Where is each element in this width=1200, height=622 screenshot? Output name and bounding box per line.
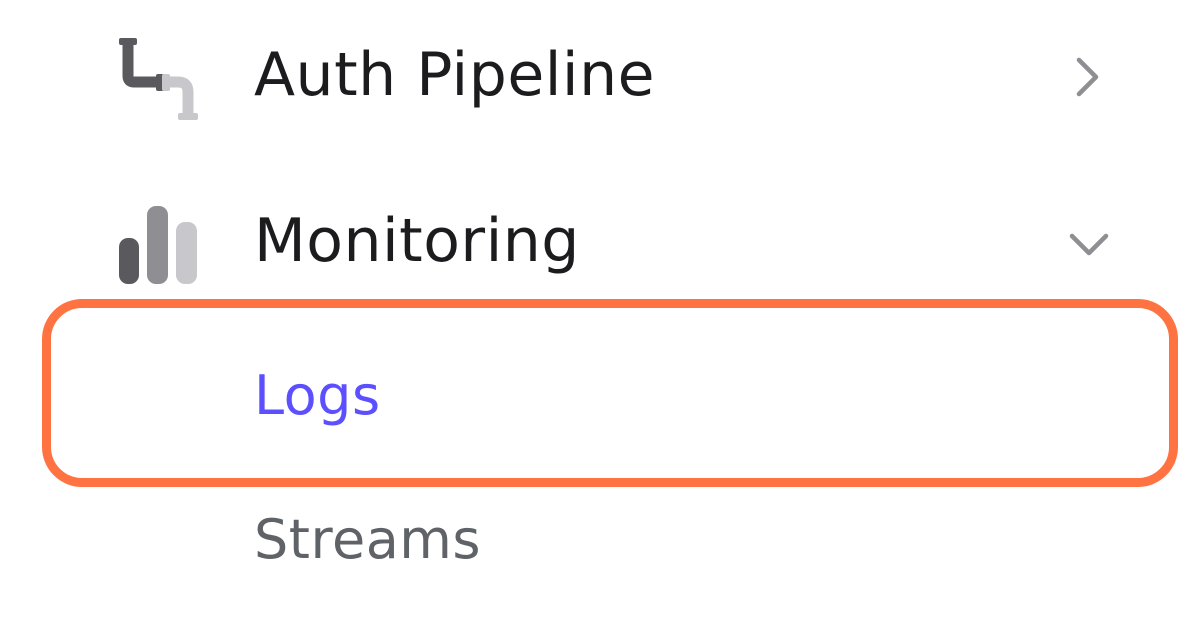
chevron-right-icon	[1064, 52, 1108, 106]
sidebar-subitem-streams[interactable]: Streams	[0, 492, 1200, 592]
sidebar-subitem-label: Streams	[254, 508, 482, 571]
sidebar-nav: Auth Pipeline Monitoring Logs Streams	[0, 0, 1200, 622]
sidebar-item-monitoring[interactable]: Monitoring	[0, 196, 1200, 296]
pipeline-icon	[116, 38, 202, 124]
sidebar-item-label: Monitoring	[254, 206, 580, 276]
chevron-down-icon	[1064, 222, 1114, 270]
highlight-outline	[42, 299, 1178, 487]
sidebar-item-label: Auth Pipeline	[254, 40, 656, 110]
bar-chart-icon	[116, 204, 202, 290]
sidebar-item-auth-pipeline[interactable]: Auth Pipeline	[0, 30, 1200, 130]
